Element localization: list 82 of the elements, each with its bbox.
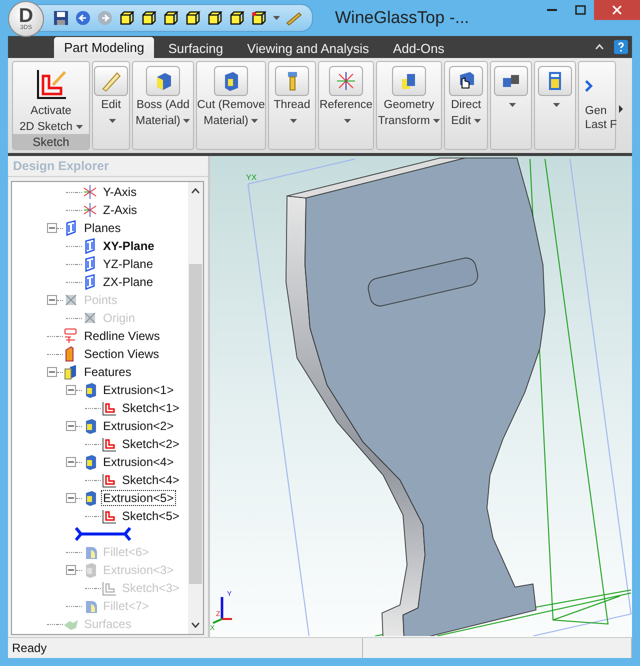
maximize-icon — [574, 5, 586, 15]
ribbon-tab[interactable]: Surfacing — [158, 38, 234, 58]
help-icon[interactable] — [614, 40, 628, 54]
wireframe-cube-icon[interactable] — [163, 10, 179, 26]
sketch-icon — [101, 580, 117, 596]
ribbon-tab[interactable]: Add-Ons — [383, 38, 454, 58]
scroll-right-icon[interactable] — [618, 105, 624, 113]
rollback-bar[interactable] — [74, 527, 132, 541]
tree-item[interactable]: Extrusion<5> — [101, 490, 176, 506]
tree-item[interactable]: Extrusion<4> — [101, 454, 176, 470]
collapse-icon[interactable] — [66, 493, 76, 503]
status-text: Ready — [8, 638, 363, 658]
tree-item[interactable]: Sketch<4> — [120, 472, 182, 488]
ribbon-button[interactable]: Edit — [92, 61, 130, 150]
panel-title: Design Explorer — [8, 156, 208, 177]
redline-icon — [63, 328, 79, 344]
ribbon-button[interactable] — [534, 61, 576, 150]
dropdown-icon[interactable] — [273, 16, 280, 20]
ribbon-button[interactable]: Cut (Remove Material) — [196, 61, 266, 150]
tree-item[interactable]: Planes — [82, 220, 123, 236]
sketch-icon — [101, 472, 117, 488]
sketch-icon — [101, 436, 117, 452]
ribbon-button[interactable] — [490, 61, 532, 150]
axis-triad-icon — [212, 597, 232, 624]
axes-icon — [334, 69, 358, 93]
collapse-icon[interactable] — [47, 367, 57, 377]
collapse-icon[interactable] — [66, 385, 76, 395]
tree-item[interactable]: Sketch<5> — [120, 508, 182, 524]
sketch-icon — [34, 68, 68, 102]
ribbon-tab[interactable]: Viewing and Analysis — [237, 38, 380, 58]
scroll-down-icon[interactable] — [191, 622, 200, 628]
ribbon-button[interactable]: Boss (Add Material) — [132, 61, 194, 150]
tree-item[interactable]: YZ-Plane — [101, 256, 156, 272]
collapse-icon[interactable] — [66, 421, 76, 431]
wireframe-cube-icon[interactable] — [207, 10, 223, 26]
close-icon — [612, 5, 622, 15]
ribbon-button[interactable]: Direct Edit — [444, 61, 488, 150]
tree-item[interactable]: ZX-Plane — [101, 274, 156, 290]
ribbon-button[interactable]: Gen Last F — [578, 61, 616, 150]
axis-icon — [82, 202, 98, 218]
scrollbar-thumb[interactable] — [189, 264, 202, 584]
collapse-icon[interactable] — [47, 223, 57, 233]
undo-icon[interactable] — [75, 10, 91, 26]
collapse-icon[interactable] — [66, 565, 76, 575]
chevron-right-icon — [585, 80, 593, 92]
wireframe-cube-icon[interactable] — [251, 10, 267, 26]
ribbon-button[interactable]: Thread — [268, 61, 316, 150]
collapse-ribbon-icon[interactable] — [595, 44, 604, 50]
plane-label: YX — [246, 173, 257, 182]
axis-icon — [82, 184, 98, 200]
tree-item[interactable]: Sketch<1> — [120, 400, 182, 416]
ruler-icon[interactable] — [286, 10, 302, 26]
wireframe-cube-icon[interactable] — [141, 10, 157, 26]
close-button[interactable] — [594, 0, 640, 20]
wireframe-cube-icon[interactable] — [119, 10, 135, 26]
tree-item[interactable]: Sketch<2> — [120, 436, 182, 452]
sketch-icon — [101, 400, 117, 416]
tree-item[interactable]: Section Views — [82, 346, 162, 362]
tree-item[interactable]: Y-Axis — [101, 184, 139, 200]
group-label: Sketch — [13, 134, 89, 149]
ribbon-button[interactable]: Geometry Transform — [376, 61, 442, 150]
point-icon — [63, 292, 79, 308]
minimize-icon — [547, 9, 557, 11]
tree-item[interactable]: XY-Plane — [101, 238, 156, 254]
scroll-up-icon[interactable] — [191, 188, 200, 194]
activate-sketch-button[interactable]: Activate 2D Sketch — [13, 62, 89, 134]
wireframe-cube-icon[interactable] — [229, 10, 245, 26]
collapse-icon[interactable] — [66, 457, 76, 467]
tree-item[interactable]: Extrusion<1> — [101, 382, 176, 398]
tree-item[interactable]: Redline Views — [82, 328, 162, 344]
ribbon-tab[interactable]: Part Modeling — [54, 37, 154, 58]
tree-item[interactable]: Features — [82, 364, 134, 380]
save-icon[interactable] — [53, 10, 69, 26]
sketch-icon — [101, 508, 117, 524]
ribbon-button[interactable]: Reference — [318, 61, 374, 150]
wireframe-cube-icon[interactable] — [185, 10, 201, 26]
point-icon — [82, 310, 98, 326]
tree-item[interactable]: Extrusion<2> — [101, 418, 176, 434]
collapse-icon[interactable] — [47, 295, 57, 305]
window-title: WineGlassTop -... — [335, 8, 470, 28]
tree-item[interactable]: Z-Axis — [101, 202, 139, 218]
features-icon — [63, 364, 79, 380]
